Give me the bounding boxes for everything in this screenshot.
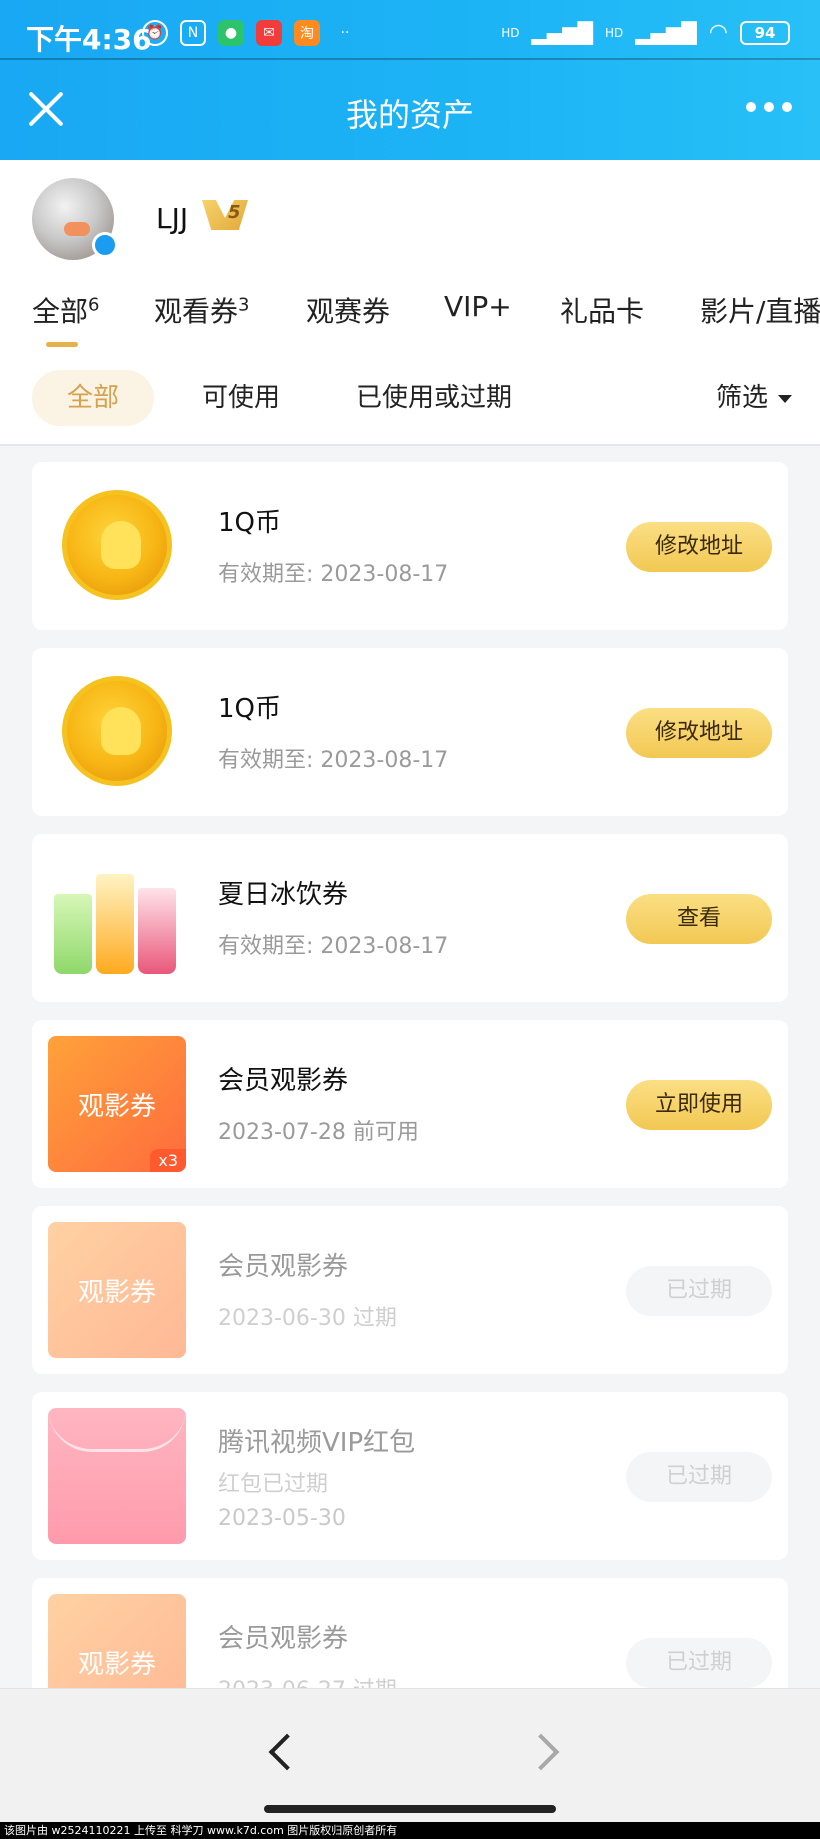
expired-button: 已过期 — [626, 1452, 772, 1502]
home-indicator[interactable] — [264, 1805, 556, 1813]
item-title: 1Q币 — [218, 694, 282, 724]
vip-level: 5 — [228, 202, 241, 223]
change-address-button[interactable]: 修改地址 — [626, 522, 772, 572]
item-title: 会员观影券 — [218, 1066, 349, 1096]
back-arrow-icon[interactable] — [268, 1733, 306, 1771]
list-item[interactable]: 观影券 会员观影券 2023-06-27 过期 已过期 — [32, 1578, 788, 1688]
header-area: 下午4:36 ⏰ N ● ✉ 淘 ·· HD ▂▄▆█ HD ▂▄▆█ ◠ 94… — [0, 0, 820, 160]
item-title: 1Q币 — [218, 508, 282, 538]
status-right-icons: HD ▂▄▆█ HD ▂▄▆█ ◠ 94 — [501, 20, 790, 45]
tab-all[interactable]: 全部6 — [32, 290, 99, 330]
status-bar: 下午4:36 ⏰ N ● ✉ 淘 ·· HD ▂▄▆█ HD ▂▄▆█ ◠ 94 — [0, 0, 820, 60]
signal-hd-label: HD — [605, 25, 624, 40]
view-button[interactable]: 查看 — [626, 894, 772, 944]
list-item[interactable]: 腾讯视频VIP红包 红包已过期 2023-05-30 已过期 — [32, 1392, 788, 1560]
movie-ticket-image: 观影券 x3 — [48, 1036, 186, 1172]
item-title: 夏日冰饮券 — [218, 880, 349, 910]
item-expiry: 有效期至: 2023-08-17 — [218, 562, 449, 587]
filter-all[interactable]: 全部 — [32, 370, 154, 426]
filter-dropdown[interactable]: 筛选 — [716, 370, 792, 426]
item-expiry: 2023-06-27 过期 — [218, 1672, 397, 1688]
item-expiry: 2023-06-30 过期 — [218, 1306, 397, 1331]
more-icon[interactable] — [746, 102, 792, 112]
section-divider — [0, 444, 820, 446]
signal-icon: ▂▄▆█ — [531, 20, 593, 45]
list-item[interactable]: 观影券 会员观影券 2023-06-30 过期 已过期 — [32, 1206, 788, 1374]
signal-icon: ▂▄▆█ — [635, 20, 697, 45]
nfc-icon: N — [180, 20, 206, 46]
mail-app-icon: ✉ — [256, 20, 282, 46]
expired-button: 已过期 — [626, 1638, 772, 1688]
more-notifications-icon: ·· — [340, 25, 350, 41]
tab-active-indicator — [46, 342, 78, 347]
status-left-icons: ⏰ N ● ✉ 淘 ·· — [142, 20, 358, 46]
browser-nav-bar — [0, 1688, 820, 1839]
list-item[interactable]: 观影券 x3 会员观影券 2023-07-28 前可用 立即使用 — [32, 1020, 788, 1188]
movie-ticket-image: 观影券 — [48, 1594, 186, 1688]
profile-section: LJJ 5 全部6 观看券3 观赛券 VIP+ 礼品卡 影片/直播 全部 可使用… — [0, 160, 820, 446]
item-expiry: 有效期至: 2023-08-17 — [218, 748, 449, 773]
battery-icon: 94 — [740, 20, 790, 45]
tab-gift-card[interactable]: 礼品卡 — [560, 290, 644, 330]
item-title: 会员观影券 — [218, 1624, 349, 1654]
filter-used-expired[interactable]: 已使用或过期 — [356, 370, 512, 426]
item-status: 红包已过期 — [218, 1472, 329, 1497]
tab-movie-live[interactable]: 影片/直播 — [700, 290, 820, 330]
tab-watch-coupon[interactable]: 观看券3 — [154, 290, 249, 330]
asset-list: 1Q币 有效期至: 2023-08-17 修改地址 1Q币 有效期至: 2023… — [32, 462, 788, 1688]
item-expiry: 2023-07-28 前可用 — [218, 1120, 419, 1145]
quantity-badge: x3 — [150, 1149, 186, 1172]
tab-match-coupon[interactable]: 观赛券 — [306, 290, 390, 330]
list-item[interactable]: 夏日冰饮券 有效期至: 2023-08-17 查看 — [32, 834, 788, 1002]
item-title: 腾讯视频VIP红包 — [218, 1428, 416, 1458]
qq-coin-icon — [48, 664, 186, 800]
expired-button: 已过期 — [626, 1266, 772, 1316]
forward-arrow-icon[interactable] — [522, 1733, 560, 1771]
watermark-text: 该图片由 w2524110221 上传至 科学刀 www.k7d.com 图片版… — [0, 1822, 820, 1839]
qq-coin-icon — [48, 478, 186, 614]
alarm-icon: ⏰ — [142, 20, 168, 46]
nav-bar: 我的资产 — [0, 60, 820, 160]
status-time: 下午4:36 — [26, 23, 152, 56]
movie-ticket-image: 观影券 — [48, 1222, 186, 1358]
category-tabs: 全部6 观看券3 观赛券 VIP+ 礼品卡 影片/直播 — [0, 290, 820, 350]
taobao-app-icon: 淘 — [294, 20, 320, 46]
vip-badge-icon — [202, 200, 248, 230]
status-filters: 全部 可使用 已使用或过期 筛选 — [0, 370, 820, 446]
tab-vip-plus[interactable]: VIP+ — [444, 290, 512, 323]
avatar[interactable] — [32, 178, 118, 260]
list-item[interactable]: 1Q币 有效期至: 2023-08-17 修改地址 — [32, 462, 788, 630]
red-packet-image — [48, 1408, 186, 1544]
list-item[interactable]: 1Q币 有效期至: 2023-08-17 修改地址 — [32, 648, 788, 816]
use-now-button[interactable]: 立即使用 — [626, 1080, 772, 1130]
shield-app-icon: ● — [218, 20, 244, 46]
caret-down-icon — [778, 394, 792, 403]
qq-badge-icon — [92, 232, 118, 258]
filter-usable[interactable]: 可使用 — [202, 370, 280, 426]
drinks-image — [48, 850, 186, 986]
wifi-icon: ◠ — [708, 20, 728, 45]
username: LJJ — [156, 202, 189, 235]
change-address-button[interactable]: 修改地址 — [626, 708, 772, 758]
signal-hd-label: HD — [501, 25, 520, 40]
page-title: 我的资产 — [345, 96, 474, 134]
item-expiry: 有效期至: 2023-08-17 — [218, 934, 449, 959]
item-expiry: 2023-05-30 — [218, 1506, 346, 1531]
item-title: 会员观影券 — [218, 1252, 349, 1282]
